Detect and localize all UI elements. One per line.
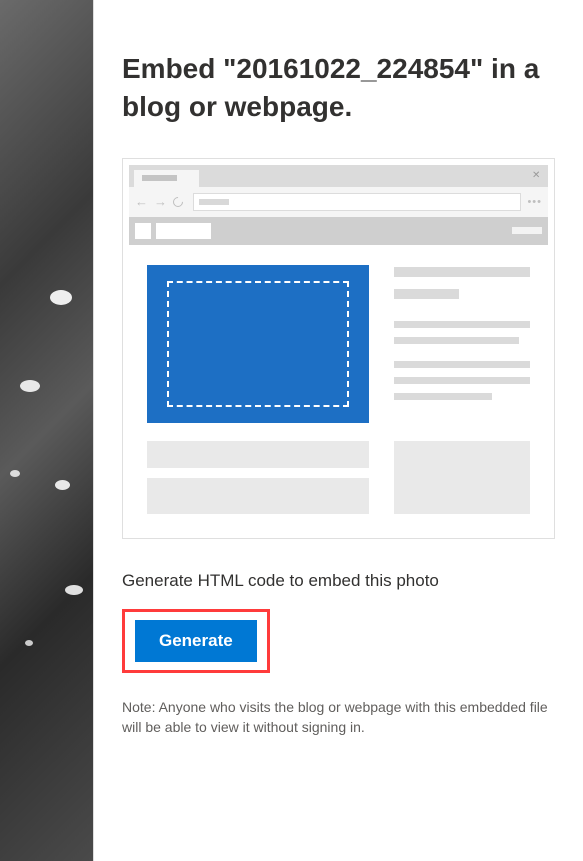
button-highlight: Generate	[122, 609, 270, 673]
embed-placeholder-icon	[147, 265, 369, 423]
forward-arrow-icon: →	[154, 195, 167, 208]
back-arrow-icon: ←	[135, 195, 148, 208]
embed-panel: Embed "20161022_224854" in a blog or web…	[93, 0, 583, 861]
background-photo	[0, 0, 93, 861]
generate-button[interactable]: Generate	[135, 620, 257, 662]
close-icon: ✕	[532, 171, 542, 181]
browser-mockup-illustration: ✕ ← → •••	[122, 158, 555, 539]
panel-title: Embed "20161022_224854" in a blog or web…	[122, 50, 555, 126]
menu-dots-icon: •••	[527, 196, 542, 208]
refresh-icon	[171, 195, 185, 209]
note-text: Note: Anyone who visits the blog or webp…	[122, 697, 555, 738]
instruction-text: Generate HTML code to embed this photo	[122, 571, 555, 591]
